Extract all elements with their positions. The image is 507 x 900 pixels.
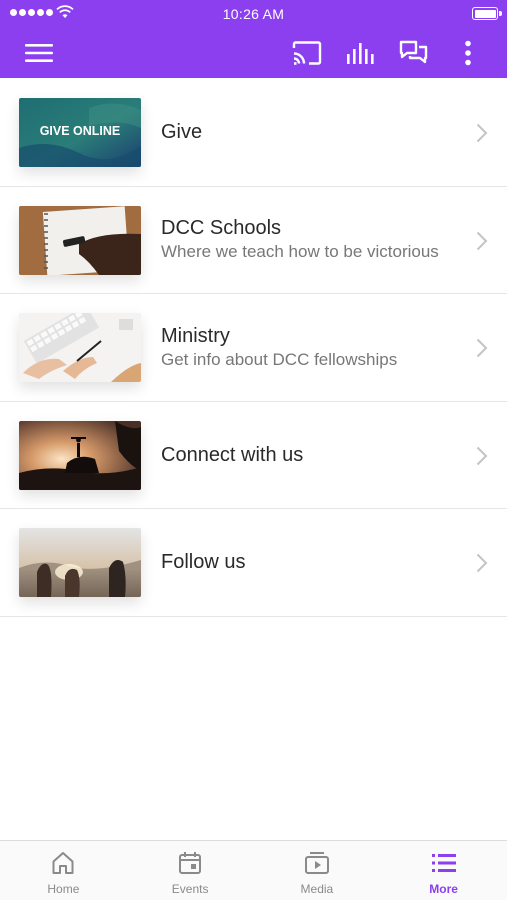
list-item-connect-with-us[interactable]: Connect with us [0,401,507,509]
home-icon [52,852,74,874]
chevron-right-icon [476,446,488,465]
calendar-icon [179,852,202,874]
chevron-right-icon [476,553,488,573]
more-options-button[interactable] [451,36,485,70]
list-item-title: Connect with us [161,443,304,466]
menu-icon [25,44,53,62]
chevron-right-icon [476,338,488,358]
tab-label: Media [300,882,334,896]
list-item-give[interactable]: GIVE ONLINE Give [0,79,507,187]
list-item-title: Follow us [161,551,246,574]
stats-icon [347,43,374,64]
app-screen: 10:26 AM GIVE ONLINE Give DCC Schools Wh… [0,0,507,900]
chevron-right-icon [476,123,488,143]
tab-more[interactable]: More [380,841,507,900]
list-item-subtitle: Get info about DCC fellowships [161,349,398,369]
chat-button[interactable] [397,36,431,70]
more-vertical-icon [465,40,471,66]
tab-home[interactable]: Home [0,841,127,900]
list-item-subtitle: Where we teach how to be victorious [161,242,439,262]
tab-events[interactable]: Events [127,841,254,900]
list-item-dcc-schools[interactable]: DCC Schools Where we teach how to be vic… [0,186,507,294]
tab-label: Events [171,882,209,896]
list-item-title: Give [161,121,203,144]
stats-button[interactable] [344,36,378,70]
list-item-ministry[interactable]: Ministry Get info about DCC fellowships [0,294,507,402]
sunset-silhouette-image [19,420,141,490]
media-play-icon [304,852,329,874]
chat-icon [399,40,428,64]
chevron-right-icon [476,231,488,250]
give-online-image: GIVE ONLINE [19,98,141,167]
desk-keyboard-image [19,313,141,382]
battery-icon [472,7,502,20]
app-bar [0,28,507,78]
cast-icon [292,41,322,65]
list-icon [431,854,456,872]
list-item-follow-us[interactable]: Follow us [0,509,507,617]
tab-label: Home [47,882,80,896]
friends-sunset-image [19,528,141,597]
status-time: 10:26 AM [222,6,285,22]
notebook-writing-image [19,205,141,275]
give-online-thumb-text: GIVE ONLINE [40,124,121,138]
list-item-title: Ministry [161,324,230,347]
list-item-title: DCC Schools [161,217,282,240]
tab-bar: Home Events Media More [0,840,507,900]
more-menu-list: GIVE ONLINE Give DCC Schools Where we te… [0,79,507,617]
menu-button[interactable] [22,36,56,70]
tab-media[interactable]: Media [254,841,381,900]
cast-button[interactable] [290,36,324,70]
status-bar: 10:26 AM [0,0,507,28]
tab-label: More [429,882,458,896]
